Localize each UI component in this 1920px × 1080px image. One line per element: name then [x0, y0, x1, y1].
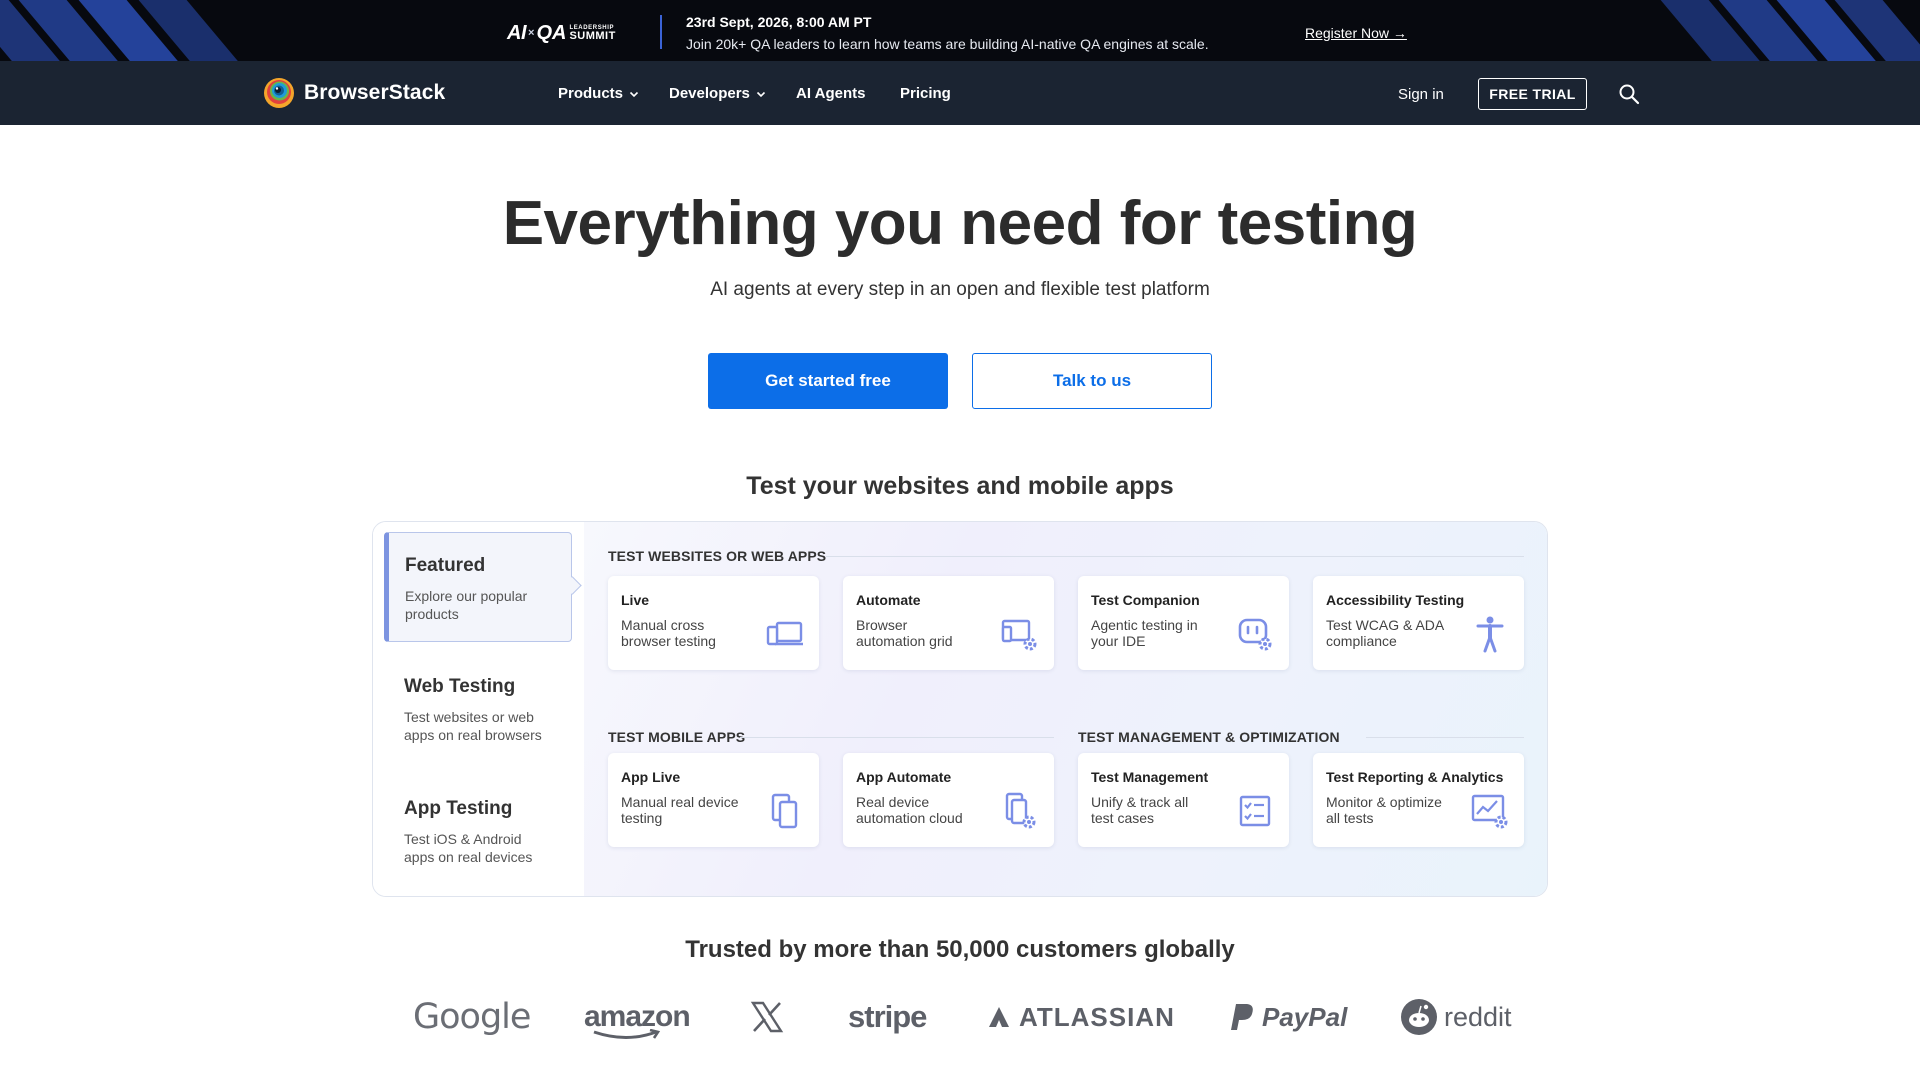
product-cards-area: TEST WEBSITES OR WEB APPS Live Manual cr… [584, 522, 1547, 896]
card-title: Live [621, 592, 650, 608]
ai-qa-summit-logo: AI × QA LEADERSHIP SUMMIT [507, 22, 616, 44]
card-title: Test Management [1091, 769, 1209, 785]
tab-featured-title: Featured [405, 555, 486, 576]
nav-products-label: Products [558, 85, 624, 102]
robot-gear-icon [1238, 618, 1272, 651]
brand-name: BrowserStack [304, 81, 446, 104]
card-title: App Automate [856, 769, 952, 785]
tab-featured[interactable]: Featured Explore our popular products [384, 532, 572, 642]
summit-logo-summit: SUMMIT [569, 29, 616, 42]
desktop-mobile-icon [766, 621, 803, 646]
devices-icon [771, 793, 798, 829]
stripe-logo: stripe [848, 999, 927, 1034]
product-card-app-automate[interactable]: App Automate Real device automation clou… [843, 753, 1054, 847]
hero-subtitle: AI agents at every step in an open and f… [710, 279, 1210, 300]
amazon-smile-icon [593, 1029, 661, 1039]
nav-products[interactable]: Products [558, 85, 639, 102]
atlassian-logo: ATLASSIAN [987, 995, 1175, 1039]
tab-featured-desc: Explore our popular products [405, 588, 528, 622]
hero-title: Everything you need for testing [502, 189, 1418, 258]
banner-divider [660, 15, 662, 49]
google-logo: Google [413, 997, 531, 1037]
summit-logo-x: × [528, 27, 535, 39]
category-divider [740, 737, 1054, 738]
amazon-logo: amazon [584, 995, 691, 1039]
nav-developers-label: Developers [669, 85, 750, 102]
nav-pricing[interactable]: Pricing [900, 85, 951, 102]
tab-web-testing-desc: Test websites or web apps on real browse… [404, 709, 542, 743]
free-trial-button[interactable]: FREE TRIAL [1478, 78, 1587, 110]
card-title: Automate [856, 592, 921, 608]
card-desc: Manual cross browser testing [621, 617, 716, 649]
atlassian-logo-text: ATLASSIAN [1019, 1001, 1175, 1032]
accessibility-icon [1476, 616, 1504, 653]
card-title: Test Companion [1091, 592, 1200, 608]
card-title: App Live [621, 769, 681, 785]
card-title: Test Reporting & Analytics [1326, 769, 1504, 785]
tab-app-testing-title: App Testing [404, 798, 513, 819]
chevron-down-icon [629, 91, 639, 97]
paypal-logo: PayPal [1230, 995, 1347, 1039]
tab-app-testing-desc: Test iOS & Android apps on real devices [404, 831, 533, 865]
card-desc: Agentic testing in your IDE [1091, 617, 1198, 649]
device-gear-icon [1005, 792, 1036, 829]
card-title: Accessibility Testing [1326, 592, 1465, 608]
announcement-banner: AI × QA LEADERSHIP SUMMIT 23rd Sept, 202… [0, 0, 1920, 61]
products-section-title: Test your websites and mobile apps [746, 472, 1174, 500]
product-card-test-reporting-analytics[interactable]: Test Reporting & Analytics Monitor & opt… [1313, 753, 1524, 847]
summit-logo-ai: AI [507, 21, 527, 44]
register-now-link[interactable]: Register Now → [1305, 25, 1407, 41]
card-desc: Manual real device testing [621, 794, 739, 826]
nav-ai-agents-label: AI Agents [796, 85, 866, 102]
checklist-icon [1239, 795, 1271, 827]
product-card-accessibility-testing[interactable]: Accessibility Testing Test WCAG & ADA co… [1313, 576, 1524, 670]
browserstack-home-link[interactable]: BrowserStack [263, 77, 445, 109]
nav-pricing-label: Pricing [900, 85, 951, 102]
automation-gear-icon [1001, 619, 1037, 651]
browserstack-logo-icon [264, 78, 294, 108]
nav-ai-agents[interactable]: AI Agents [796, 85, 865, 102]
tab-web-testing-title: Web Testing [404, 676, 516, 697]
product-card-automate[interactable]: Automate Browser automation grid [843, 576, 1054, 670]
customers-title: Trusted by more than 50,000 customers gl… [685, 936, 1235, 963]
atlassian-mark-icon [989, 1007, 1009, 1027]
banner-date: 23rd Sept, 2026, 8:00 AM PT [686, 14, 872, 30]
product-card-app-live[interactable]: App Live Manual real device testing [608, 753, 819, 847]
card-desc: Real device automation cloud [856, 794, 963, 826]
sign-in-link[interactable]: Sign in [1398, 86, 1444, 103]
category-management-label: TEST MANAGEMENT & OPTIMIZATION [1078, 729, 1340, 745]
product-tabs: Featured Explore our popular products We… [373, 522, 584, 896]
reddit-alien-icon [1401, 999, 1437, 1035]
get-started-free-button[interactable]: Get started free [708, 353, 948, 409]
x-logo-icon [750, 1001, 784, 1033]
nav-developers[interactable]: Developers [669, 85, 766, 102]
card-desc: Monitor & optimize all tests [1326, 794, 1442, 826]
reddit-logo: reddit [1400, 995, 1512, 1039]
product-card-test-companion[interactable]: Test Companion Agentic testing in your I… [1078, 576, 1289, 670]
product-card-test-management[interactable]: Test Management Unify & track all test c… [1078, 753, 1289, 847]
card-desc: Test WCAG & ADA compliance [1326, 617, 1444, 649]
tab-app-testing[interactable]: App Testing Test iOS & Android apps on r… [384, 776, 572, 866]
paypal-mark-icon [1231, 1004, 1253, 1030]
banner-text: Join 20k+ QA leaders to learn how teams … [686, 36, 1209, 52]
paypal-logo-text: PayPal [1262, 1001, 1348, 1032]
chart-gear-icon [1471, 794, 1508, 829]
category-divider [1366, 737, 1524, 738]
category-divider [826, 556, 1524, 557]
product-card-live[interactable]: Live Manual cross browser testing [608, 576, 819, 670]
tab-web-testing[interactable]: Web Testing Test websites or web apps on… [384, 654, 572, 744]
x-logo: X [750, 995, 784, 1039]
reddit-logo-text: reddit [1444, 1001, 1512, 1032]
main-nav: BrowserStack Products Developers AI Agen… [0, 61, 1920, 125]
search-icon[interactable] [1618, 83, 1640, 105]
talk-to-us-button[interactable]: Talk to us [972, 353, 1212, 409]
category-mobile-label: TEST MOBILE APPS [608, 729, 746, 745]
card-desc: Unify & track all test cases [1091, 794, 1189, 826]
card-desc: Browser automation grid [856, 617, 953, 649]
chevron-down-icon [756, 91, 765, 97]
products-panel: Featured Explore our popular products We… [372, 521, 1548, 897]
summit-logo-qa: QA [536, 21, 567, 44]
category-web-label: TEST WEBSITES OR WEB APPS [608, 548, 827, 564]
